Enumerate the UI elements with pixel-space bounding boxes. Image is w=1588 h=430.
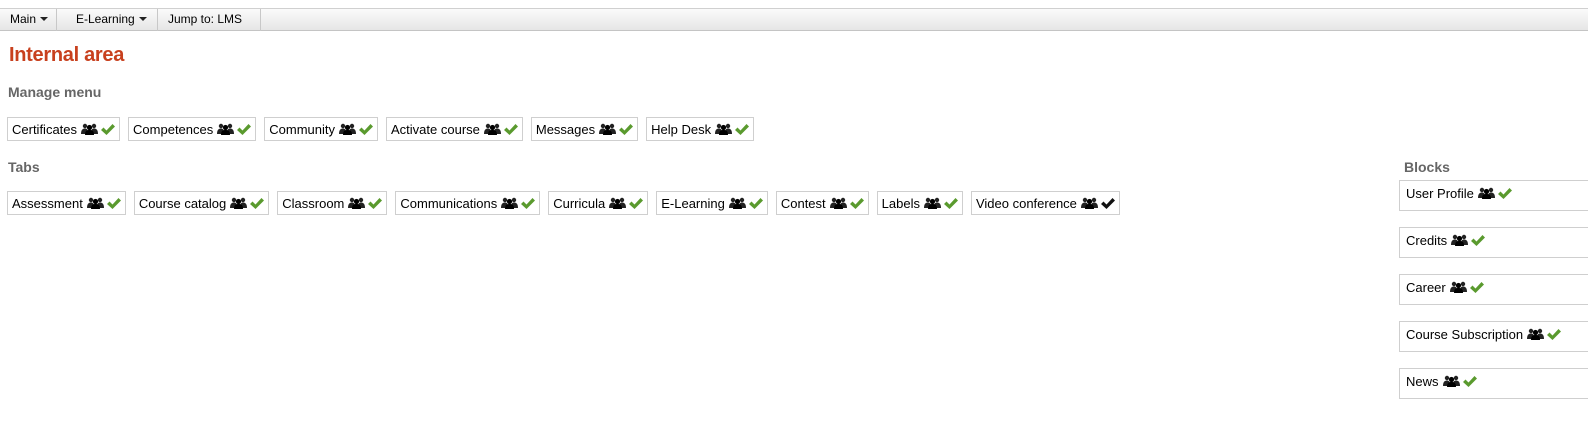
checkmark-icon[interactable]: [1546, 328, 1562, 341]
manage-item-competences: Competences: [128, 117, 257, 141]
user-group-icon[interactable]: [830, 197, 847, 209]
user-group-icon[interactable]: [1478, 187, 1495, 199]
checkmark-icon[interactable]: [1100, 197, 1116, 210]
item-label: E-Learning: [661, 195, 725, 211]
checkmark-icon[interactable]: [618, 123, 634, 136]
block-item-career: Career: [1399, 274, 1588, 305]
manage-item-certificates: Certificates: [7, 117, 121, 141]
user-group-icon[interactable]: [348, 197, 365, 209]
tab-item-contest: Contest: [775, 191, 869, 215]
checkmark-icon[interactable]: [100, 123, 116, 136]
tab-item-assessment: Assessment: [7, 191, 126, 215]
tab-item-classroom: Classroom: [277, 191, 388, 215]
user-group-icon[interactable]: [501, 197, 518, 209]
item-label: Certificates: [12, 121, 78, 137]
user-group-icon[interactable]: [81, 123, 98, 135]
item-label: Contest: [780, 195, 826, 211]
chevron-down-icon: [40, 17, 49, 21]
checkmark-icon[interactable]: [520, 197, 536, 210]
block-item-news: News: [1399, 368, 1588, 399]
checkmark-icon[interactable]: [1470, 234, 1486, 247]
manage-item-activate-course: Activate course: [386, 117, 523, 141]
item-label: Video conference: [975, 195, 1077, 211]
user-group-icon[interactable]: [1443, 375, 1460, 387]
checkmark-icon[interactable]: [943, 197, 959, 210]
checkmark-icon[interactable]: [106, 197, 122, 210]
user-group-icon[interactable]: [1451, 234, 1468, 246]
item-label: Competences: [133, 121, 214, 137]
checkmark-icon[interactable]: [249, 197, 265, 210]
user-group-icon[interactable]: [217, 123, 234, 135]
item-label: Credits: [1406, 233, 1448, 248]
menu-elearning[interactable]: E-Learning: [57, 9, 158, 31]
item-label: Course catalog: [138, 195, 227, 211]
manage-item-help-desk: Help Desk: [646, 117, 755, 141]
section-title-tabs: Tabs: [8, 159, 40, 175]
menu-jump-to-lms[interactable]: Jump to: LMS: [158, 9, 261, 31]
user-group-icon[interactable]: [230, 197, 247, 209]
section-title-manage-menu: Manage menu: [8, 84, 102, 100]
user-group-icon[interactable]: [715, 123, 732, 135]
checkmark-icon[interactable]: [849, 197, 865, 210]
user-group-icon[interactable]: [1527, 328, 1544, 340]
user-group-icon[interactable]: [609, 197, 626, 209]
menu-jump-to-lms-label: Jump to: LMS: [168, 12, 243, 26]
menu-elearning-label: E-Learning: [76, 12, 135, 26]
user-group-icon[interactable]: [729, 197, 746, 209]
checkmark-icon[interactable]: [1497, 187, 1513, 200]
user-group-icon[interactable]: [1081, 197, 1098, 209]
item-label: Community: [269, 121, 335, 137]
item-label: Communications: [400, 195, 498, 211]
item-label: Course Subscription: [1406, 327, 1524, 342]
checkmark-icon[interactable]: [748, 197, 764, 210]
tab-item-labels: Labels: [876, 191, 963, 215]
item-label: Career: [1406, 280, 1446, 295]
menu-main[interactable]: Main: [0, 9, 57, 31]
user-group-icon[interactable]: [1450, 281, 1467, 293]
user-group-icon[interactable]: [87, 197, 104, 209]
page-title: Internal area: [9, 44, 125, 66]
item-label: News: [1406, 374, 1439, 389]
checkmark-icon[interactable]: [1462, 375, 1478, 388]
checkmark-icon[interactable]: [503, 123, 519, 136]
user-group-icon[interactable]: [599, 123, 616, 135]
top-menu-bar: Main E-Learning Jump to: LMS: [0, 8, 1588, 31]
item-label: Labels: [881, 195, 920, 211]
section-title-blocks: Blocks: [1404, 159, 1450, 175]
user-group-icon[interactable]: [339, 123, 356, 135]
manage-item-messages: Messages: [530, 117, 639, 141]
item-label: Activate course: [391, 121, 480, 137]
block-item-user-profile: User Profile: [1399, 180, 1588, 211]
item-label: Messages: [535, 121, 596, 137]
block-item-course-subscription: Course Subscription: [1399, 321, 1588, 352]
manage-item-community: Community: [264, 117, 378, 141]
checkmark-icon[interactable]: [236, 123, 252, 136]
checkmark-icon[interactable]: [367, 197, 383, 210]
item-label: Assessment: [12, 195, 83, 211]
item-label: Curricula: [553, 195, 606, 211]
manage-menu-row: Certificates Competences Community Activ…: [7, 117, 755, 141]
tab-item-communications: Communications: [395, 191, 541, 215]
checkmark-icon[interactable]: [358, 123, 374, 136]
item-label: Help Desk: [651, 121, 712, 137]
tab-item-course-catalog: Course catalog: [133, 191, 270, 215]
user-group-icon[interactable]: [484, 123, 501, 135]
menu-main-label: Main: [10, 12, 37, 26]
tabs-row: Assessment Course catalog Classroom Comm…: [7, 191, 1120, 215]
item-label: Classroom: [282, 195, 345, 211]
chevron-down-icon: [138, 17, 147, 21]
checkmark-icon[interactable]: [628, 197, 644, 210]
block-item-credits: Credits: [1399, 227, 1588, 258]
checkmark-icon[interactable]: [1469, 281, 1485, 294]
tab-item-e-learning: E-Learning: [656, 191, 768, 215]
checkmark-icon[interactable]: [734, 123, 750, 136]
item-label: User Profile: [1406, 186, 1474, 201]
tab-item-video-conference: Video conference: [970, 191, 1120, 215]
user-group-icon[interactable]: [924, 197, 941, 209]
tab-item-curricula: Curricula: [548, 191, 649, 215]
